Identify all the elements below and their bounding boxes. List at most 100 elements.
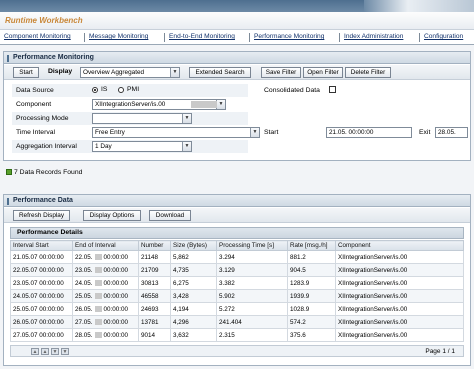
radio-is[interactable] — [92, 87, 98, 93]
tab-end-to-end-monitoring[interactable]: End-to-End Monitoring — [169, 33, 235, 40]
table-row[interactable]: 24.05.07 00:00:00 25.05. 00:00:00 46558 3,42… — [10, 289, 464, 303]
performance-details-title: Performance Details — [10, 227, 464, 239]
chevron-down-icon[interactable]: ▼ — [182, 114, 191, 123]
column-header-processing-time[interactable]: Processing Time [s] — [216, 240, 288, 251]
start-date-input[interactable]: 21.05. 00:00:00 — [326, 127, 412, 138]
column-header-rate[interactable]: Rate [msg./h] — [287, 240, 336, 251]
table-row[interactable]: 25.05.07 00:00:00 26.05. 00:00:00 24693 4,19… — [10, 302, 464, 316]
table-row[interactable]: 26.05.07 00:00:00 27.05. 00:00:00 13781 4,29… — [10, 315, 464, 329]
component-select-value: XIIntegrationServer/is.00 — [95, 101, 166, 108]
column-header-component[interactable]: Component — [335, 240, 464, 251]
number-cell: 9014 — [138, 328, 171, 342]
exit-date-value: 28.05. — [438, 129, 456, 136]
end-time-text: 00:00:00 — [103, 305, 129, 313]
extended-search-button[interactable]: Extended Search — [189, 67, 251, 78]
consolidated-data-checkbox[interactable] — [329, 86, 336, 93]
redacted-area — [94, 318, 102, 325]
number-cell: 24693 — [138, 302, 171, 316]
end-time-text: 00:00:00 — [103, 266, 129, 274]
performance-monitoring-title: Performance Monitoring — [13, 54, 94, 61]
tab-component-monitoring[interactable]: Component Monitoring — [4, 33, 71, 40]
redacted-area — [94, 266, 102, 273]
first-page-button[interactable]: ▲ — [31, 348, 39, 355]
component-cell: XIIntegrationServer/is.00 — [335, 250, 464, 264]
time-interval-row: Time Interval Free Entry ▼ Start 21.05. … — [12, 126, 468, 139]
chevron-down-icon[interactable]: ▼ — [182, 142, 191, 151]
rate-cell: 881.2 — [287, 250, 336, 264]
data-source-row: Data Source IS PMI Consolidated Data — [12, 84, 468, 97]
end-date-text: 26.05. — [75, 305, 93, 313]
table-row[interactable]: 22.05.07 00:00:00 23.05. 00:00:00 21709 4,73… — [10, 263, 464, 277]
nav-divider — [164, 33, 165, 42]
processing-time-cell: 5.902 — [216, 289, 288, 303]
column-header-interval-start[interactable]: Interval Start — [10, 240, 73, 251]
component-cell: XIIntegrationServer/is.00 — [335, 315, 464, 329]
performance-monitoring-panel: Performance Monitoring Start Display Ove… — [3, 51, 471, 161]
aggregation-interval-value: 1 Day — [95, 143, 112, 150]
app-title-bar: Runtime Workbench — [0, 12, 474, 30]
next-page-button[interactable]: ▼ — [51, 348, 59, 355]
performance-data-title: Performance Data — [13, 197, 73, 204]
exit-date-input[interactable]: 28.05. — [435, 127, 468, 138]
chevron-down-icon[interactable]: ▼ — [216, 100, 225, 109]
chevron-down-icon[interactable]: ▼ — [170, 68, 179, 77]
start-label: Start — [264, 129, 279, 136]
size-cell: 5,862 — [170, 250, 217, 264]
time-interval-select[interactable]: Free Entry ▼ — [92, 127, 260, 138]
component-cell: XIIntegrationServer/is.00 — [335, 302, 464, 316]
delete-filter-button[interactable]: Delete Filter — [345, 67, 391, 78]
processing-mode-row: Processing Mode ▼ — [12, 112, 468, 125]
display-select[interactable]: Overview Aggregated ▼ — [80, 67, 180, 78]
component-cell: XIIntegrationServer/is.00 — [335, 328, 464, 342]
save-filter-button[interactable]: Save Filter — [261, 67, 301, 78]
table-row[interactable]: 21.05.07 00:00:00 22.05. 00:00:00 21148 5,86… — [10, 250, 464, 264]
app-title: Runtime Workbench — [5, 16, 83, 25]
column-header-end-of-interval[interactable]: End of Interval — [72, 240, 139, 251]
aggregation-interval-select[interactable]: 1 Day ▼ — [92, 141, 192, 152]
size-cell: 6,275 — [170, 276, 217, 290]
portal-header-image — [364, 0, 474, 12]
nav-divider — [339, 33, 340, 42]
open-filter-button[interactable]: Open Filter — [303, 67, 343, 78]
tab-message-monitoring[interactable]: Message Monitoring — [89, 33, 148, 40]
processing-time-cell: 3.294 — [216, 250, 288, 264]
number-cell: 46558 — [138, 289, 171, 303]
display-options-button[interactable]: Display Options — [83, 210, 141, 221]
redacted-area — [191, 101, 217, 108]
size-cell: 4,194 — [170, 302, 217, 316]
start-button[interactable]: Start — [13, 67, 39, 78]
column-header-size[interactable]: Size (Bytes) — [170, 240, 217, 251]
component-label: Component — [16, 101, 52, 108]
refresh-display-button[interactable]: Refresh Display — [13, 210, 70, 221]
download-button[interactable]: Download — [149, 210, 191, 221]
end-time-text: 00:00:00 — [103, 253, 129, 261]
performance-data-header: Performance Data — [4, 195, 470, 207]
end-of-interval-cell: 22.05. 00:00:00 — [72, 250, 139, 264]
tab-index-administration[interactable]: Index Administration — [344, 33, 403, 40]
number-cell: 13781 — [138, 315, 171, 329]
last-page-button[interactable]: ▼ — [61, 348, 69, 355]
table-row[interactable]: 23.05.07 00:00:00 24.05. 00:00:00 30813 6,27… — [10, 276, 464, 290]
radio-pmi[interactable] — [118, 87, 124, 93]
portal-header-band — [0, 0, 474, 12]
data-source-label: Data Source — [16, 87, 54, 94]
processing-mode-select[interactable]: ▼ — [92, 113, 192, 124]
data-toolbar: Refresh Display Display Options Download — [4, 208, 470, 223]
size-cell: 3,428 — [170, 289, 217, 303]
number-cell: 21709 — [138, 263, 171, 277]
end-time-text: 00:00:00 — [103, 331, 129, 339]
previous-page-button[interactable]: ▲ — [41, 348, 49, 355]
time-interval-label: Time Interval — [16, 129, 56, 136]
chevron-down-icon[interactable]: ▼ — [250, 128, 259, 137]
tab-performance-monitoring[interactable]: Performance Monitoring — [254, 33, 324, 40]
tab-configuration[interactable]: Configuration — [424, 33, 463, 40]
success-icon — [6, 169, 12, 175]
end-date-text: 23.05. — [75, 266, 93, 274]
processing-mode-label: Processing Mode — [16, 115, 69, 122]
column-header-number[interactable]: Number — [138, 240, 171, 251]
number-cell: 30813 — [138, 276, 171, 290]
rate-cell: 1028.9 — [287, 302, 336, 316]
size-cell: 4,735 — [170, 263, 217, 277]
table-row[interactable]: 27.05.07 00:00:00 28.05. 00:00:00 9014 3,632… — [10, 328, 464, 342]
start-date-value: 21.05. 00:00:00 — [329, 129, 374, 136]
